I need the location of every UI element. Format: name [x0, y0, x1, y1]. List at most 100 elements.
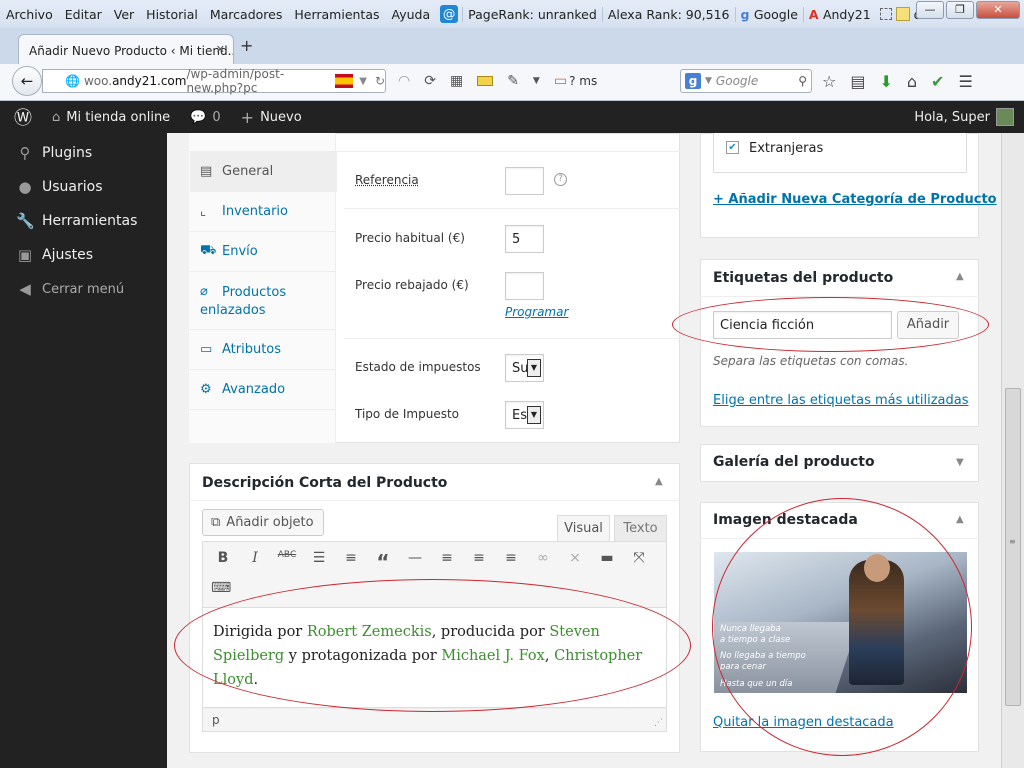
at-icon[interactable]: @ [440, 5, 459, 23]
align-center-icon[interactable]: ≡ [466, 550, 492, 574]
horizontal-rule-icon[interactable]: — [402, 550, 428, 574]
menu-dropdown-icon[interactable]: ▼ [533, 76, 540, 86]
add-tag-button[interactable]: Añadir [897, 311, 959, 339]
square-icon[interactable] [879, 8, 892, 20]
menu-archivo[interactable]: Archivo [0, 7, 59, 22]
align-left-icon[interactable]: ≡ [434, 550, 460, 574]
add-media-button[interactable]: ⧉ Añadir objeto [202, 509, 324, 536]
scrollbar-thumb[interactable]: ≡ [1005, 388, 1021, 706]
tag-input[interactable]: Ciencia ficción [713, 311, 892, 339]
toolbar-toggle-icon[interactable]: ⌨ [211, 580, 231, 596]
grid-icon[interactable]: ▦ [450, 73, 463, 89]
home-icon[interactable]: ⌂ [907, 72, 917, 91]
site-name-link[interactable]: ⌂ Mi tienda online [42, 110, 180, 125]
menu-herramientas[interactable]: Herramientas [288, 7, 385, 22]
sidebar-item-ajustes[interactable]: ▣ Ajustes [0, 238, 167, 272]
download-icon[interactable]: ⬇ [879, 72, 892, 91]
insert-link-icon[interactable]: ∞ [530, 550, 556, 574]
bookmarks-list-icon[interactable]: ▤ [850, 72, 865, 91]
tab-inventario[interactable]: ⌞ Inventario [190, 192, 336, 232]
choose-tags-link[interactable]: Elige entre las etiquetas más utilizadas [713, 393, 968, 408]
align-right-icon[interactable]: ≡ [498, 550, 524, 574]
menu-historial[interactable]: Historial [140, 7, 204, 22]
tab-atributos[interactable]: ▭ Atributos [190, 330, 336, 370]
add-category-link[interactable]: + Añadir Nueva Categoría de Producto [713, 192, 997, 207]
bookmark-star-icon[interactable]: ☆ [822, 72, 836, 91]
back-button[interactable]: ← [12, 66, 42, 96]
tab-productos-enlazados[interactable]: ⌀ Productos enlazados [190, 272, 336, 330]
programar-link[interactable]: Programar [505, 305, 568, 319]
bullet-list-icon[interactable]: ☰ [306, 550, 332, 574]
numbered-list-icon[interactable]: ≡ [338, 550, 364, 574]
remove-featured-image-link[interactable]: Quitar la imagen destacada [713, 715, 894, 730]
sku-input[interactable] [505, 167, 544, 195]
check-icon[interactable]: ✔ [931, 72, 944, 91]
bold-icon[interactable]: B [210, 550, 236, 574]
url-bar[interactable]: 🌐 woo. andy21.com/wp-admin/post-new.php?p… [42, 67, 386, 95]
comments-link[interactable]: 💬 0 [180, 110, 230, 125]
wp-admin-bar: Ⓦ ⌂ Mi tienda online 💬 0 + Nuevo Hola, Supe… [0, 101, 1024, 133]
tab-visual[interactable]: Visual [557, 515, 610, 542]
sale-price-input[interactable] [505, 272, 544, 300]
extranjeras-checkbox[interactable]: ✔ [726, 141, 739, 154]
new-content-link[interactable]: + Nuevo [231, 108, 312, 127]
sidebar-item-herramientas[interactable]: 🔧 Herramientas [0, 204, 167, 238]
engine-dropdown-icon[interactable]: ▼ [705, 76, 712, 86]
ruler-icon[interactable] [477, 76, 494, 86]
sync-icon[interactable]: ⟳ [424, 73, 436, 89]
featured-image-thumbnail[interactable]: Nunca llegaba a tiempo a clase No llegab… [714, 552, 967, 693]
collapse-toggle-icon[interactable]: ▲ [956, 514, 964, 525]
browser-tab-active[interactable]: Añadir Nuevo Producto ‹ Mi tiend... ✕ [18, 34, 234, 64]
italic-icon[interactable]: I [242, 550, 268, 574]
blockquote-icon[interactable]: “ [370, 550, 396, 574]
regular-price-input[interactable]: 5 [505, 225, 544, 253]
tax-class-select[interactable]: Es ▼ [505, 401, 544, 429]
menu-ver[interactable]: Ver [108, 7, 140, 22]
close-window-button[interactable]: ✕ [976, 1, 1020, 19]
tax-status-select[interactable]: Su ▼ [505, 354, 544, 382]
short-description-text[interactable]: Dirigida por Robert Zemeckis, producida … [213, 620, 661, 692]
menu-ayuda[interactable]: Ayuda [386, 7, 437, 22]
pagerank-badge[interactable]: PageRank: unranked [462, 6, 602, 22]
search-icon[interactable]: ⚲ [798, 74, 807, 88]
link-zemeckis[interactable]: Robert Zemeckis [307, 624, 432, 640]
alexa-badge[interactable]: Alexa Rank: 90,516 [601, 6, 735, 22]
note-icon[interactable] [895, 7, 910, 21]
rss-icon[interactable]: ◠ [398, 73, 410, 89]
google-toolbar-button[interactable]: g Google [734, 6, 803, 22]
help-icon[interactable]: ? [554, 173, 567, 186]
menu-editar[interactable]: Editar [59, 7, 108, 22]
andy21-toolbar-button[interactable]: A Andy21 [802, 6, 876, 22]
collapse-toggle-icon[interactable]: ▲ [956, 271, 964, 282]
tab-envio[interactable]: ⛟ Envío [190, 232, 336, 272]
resize-handle-icon[interactable]: ⋰ [654, 718, 663, 728]
timer-icon[interactable]: ▭? ms [554, 73, 597, 89]
new-tab-button[interactable]: + [240, 36, 253, 55]
reload-icon[interactable]: ↻ [375, 74, 385, 88]
read-more-icon[interactable]: ▬ [594, 550, 620, 574]
my-account-link[interactable]: Hola, Super [914, 101, 1014, 133]
fullscreen-icon[interactable]: ⤧ [626, 550, 652, 574]
sidebar-item-usuarios[interactable]: ● Usuarios [0, 170, 167, 204]
expand-toggle-icon[interactable]: ▼ [956, 457, 964, 468]
page-scrollbar[interactable]: ≡ [1001, 133, 1024, 768]
unlink-icon[interactable]: ⨯ [562, 550, 588, 574]
hamburger-menu-icon[interactable]: ☰ [958, 72, 972, 91]
menu-marcadores[interactable]: Marcadores [204, 7, 289, 22]
sidebar-item-plugins[interactable]: ⚲ Plugins [0, 136, 167, 170]
strikethrough-icon[interactable]: ABC [274, 550, 300, 574]
link-fox[interactable]: Michael J. Fox [441, 648, 545, 664]
close-tab-icon[interactable]: ✕ [216, 43, 225, 56]
tab-general[interactable]: ▤ General [190, 152, 337, 192]
search-box[interactable]: g ▼ Google ⚲ [680, 69, 812, 93]
collapse-toggle-icon[interactable]: ▲ [655, 476, 663, 487]
minimize-button[interactable]: — [916, 1, 944, 19]
wordpress-logo-icon[interactable]: Ⓦ [0, 104, 42, 130]
dropdown-arrow-icon[interactable]: ▼ [359, 76, 367, 87]
tab-texto[interactable]: Texto [614, 515, 667, 542]
maximize-button[interactable]: ❐ [946, 1, 974, 19]
tab-avanzado[interactable]: ⚙ Avanzado [190, 370, 336, 410]
eyedropper-icon[interactable]: ✎ [507, 73, 519, 89]
tipo-impuesto-label: Tipo de Impuesto [355, 407, 460, 421]
collapse-menu-button[interactable]: ◀ Cerrar menú [0, 272, 167, 306]
